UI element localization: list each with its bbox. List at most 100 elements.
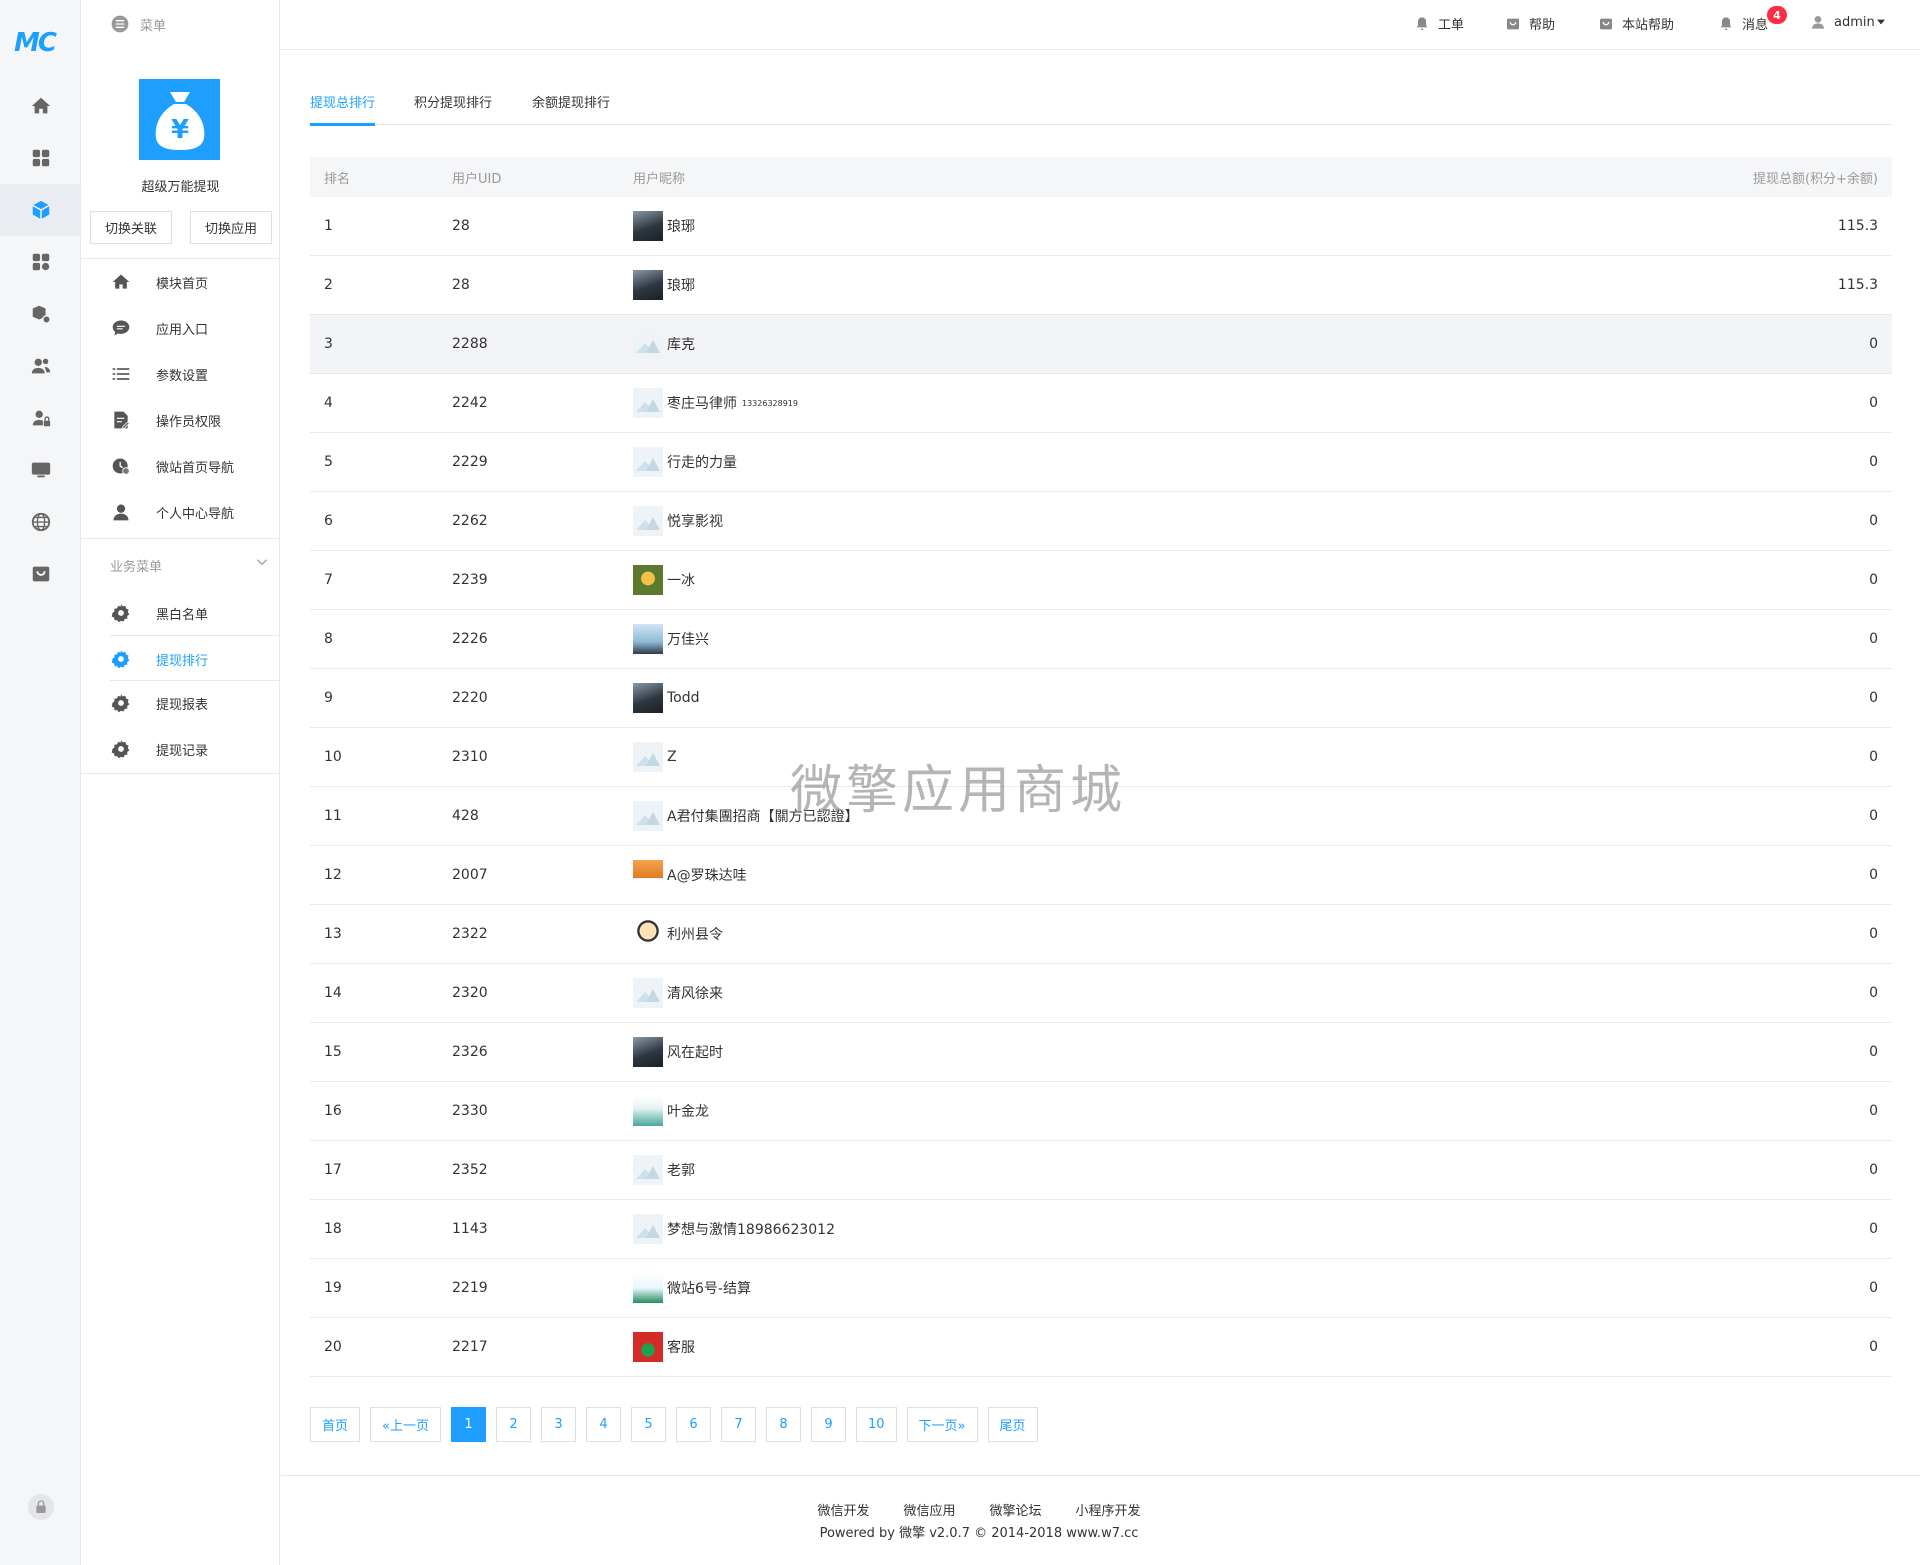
business-menu-title[interactable]: 业务菜单 bbox=[110, 556, 162, 575]
cell-nickname: 清风徐来 bbox=[633, 978, 723, 1008]
page-number-button[interactable]: 8 bbox=[765, 1407, 801, 1442]
cell-nickname: 一冰 bbox=[633, 565, 695, 595]
last-page-button[interactable]: 尾页 bbox=[987, 1407, 1038, 1442]
menu-item-profile-nav[interactable]: 个人中心导航 bbox=[81, 489, 280, 535]
switch-relation-button[interactable]: 切换关联 bbox=[90, 211, 172, 244]
topbar-user-menu[interactable]: admin bbox=[1810, 14, 1885, 30]
cell-uid: 1143 bbox=[452, 1221, 488, 1237]
default-avatar-icon bbox=[633, 388, 663, 418]
menu-toggle[interactable]: 菜单 bbox=[110, 14, 166, 34]
username-label: admin bbox=[1834, 14, 1875, 30]
default-avatar-icon bbox=[633, 978, 663, 1008]
cell-rank: 15 bbox=[324, 1044, 342, 1060]
menu-item-module-home[interactable]: 模块首页 bbox=[81, 259, 280, 305]
cell-uid: 2217 bbox=[452, 1339, 488, 1355]
rail-permission[interactable] bbox=[0, 392, 81, 444]
menu-item-withdraw-ranking[interactable]: 提现排行 bbox=[81, 636, 280, 682]
chevron-down-icon[interactable] bbox=[255, 555, 269, 569]
menu-item-app-entry[interactable]: 应用入口 bbox=[81, 305, 280, 351]
page-number-button[interactable]: 7 bbox=[720, 1407, 756, 1442]
cell-uid: 2242 bbox=[452, 395, 488, 411]
page-number-button[interactable]: 4 bbox=[585, 1407, 621, 1442]
menu-item-label: 应用入口 bbox=[156, 322, 209, 338]
rail-plugins[interactable] bbox=[0, 236, 81, 288]
menu-item-settings[interactable]: 参数设置 bbox=[81, 351, 280, 397]
menu-item-label: 模块首页 bbox=[156, 276, 209, 292]
cell-amount: 0 bbox=[1869, 926, 1878, 942]
rail-site[interactable] bbox=[0, 496, 81, 548]
page-number-button[interactable]: 3 bbox=[540, 1407, 576, 1442]
tab-total-ranking[interactable]: 提现总排行 bbox=[310, 92, 376, 126]
topbar-messages-label: 消息 bbox=[1742, 18, 1769, 33]
cell-nickname: 叶金龙 bbox=[633, 1096, 709, 1126]
cell-uid: 2310 bbox=[452, 749, 488, 765]
nickname-text: 库克 bbox=[667, 337, 695, 353]
page-number-button[interactable]: 1 bbox=[450, 1407, 486, 1442]
topbar-ticket[interactable]: 工单 bbox=[1414, 14, 1464, 33]
nickname-text: 叶金龙 bbox=[667, 1104, 709, 1120]
topbar-messages[interactable]: 消息 bbox=[1718, 14, 1768, 33]
table-row: 20 2217 客服 0 bbox=[310, 1318, 1892, 1377]
bell-icon bbox=[1416, 16, 1428, 30]
shop-bag-icon bbox=[1600, 18, 1612, 29]
page-number-button[interactable]: 10 bbox=[855, 1407, 897, 1442]
page-number-button[interactable]: 6 bbox=[675, 1407, 711, 1442]
cell-rank: 17 bbox=[324, 1162, 342, 1178]
topbar-site-help[interactable]: 本站帮助 bbox=[1598, 14, 1674, 33]
brand-logo[interactable]: MC bbox=[14, 28, 66, 58]
user-icon bbox=[111, 502, 131, 522]
switch-app-button[interactable]: 切换应用 bbox=[190, 211, 272, 244]
cell-rank: 19 bbox=[324, 1280, 342, 1296]
prev-page-button[interactable]: «上一页 bbox=[370, 1407, 441, 1442]
cell-nickname: 琅琊 bbox=[633, 270, 695, 300]
icon-rail: MC bbox=[0, 0, 81, 1565]
menu-item-site-nav[interactable]: 微站首页导航 bbox=[81, 443, 280, 489]
menu-item-withdraw-records[interactable]: 提现记录 bbox=[81, 726, 280, 772]
nickname-text: 清风徐来 bbox=[667, 986, 723, 1002]
rail-home[interactable] bbox=[0, 80, 81, 132]
topbar-help[interactable]: 帮助 bbox=[1505, 14, 1555, 33]
nickname-text: 梦想与激情18986623012 bbox=[667, 1222, 835, 1238]
menu-item-label: 个人中心导航 bbox=[156, 506, 235, 522]
cell-uid: 2229 bbox=[452, 454, 488, 470]
user-avatar bbox=[633, 1332, 663, 1362]
monitor-icon bbox=[31, 462, 50, 478]
menu-toggle-label: 菜单 bbox=[140, 18, 167, 34]
rail-system[interactable] bbox=[0, 444, 81, 496]
menu-item-blacklist[interactable]: 黑白名单 bbox=[81, 590, 280, 636]
rail-shop[interactable] bbox=[0, 548, 81, 600]
page-number-button[interactable]: 5 bbox=[630, 1407, 666, 1442]
app-name: 超级万能提现 bbox=[141, 180, 220, 195]
tab-points-ranking[interactable]: 积分提现排行 bbox=[414, 92, 492, 125]
app-logo: ¥ bbox=[139, 79, 220, 160]
clock-icon bbox=[111, 456, 131, 476]
cell-nickname: 利州县令 bbox=[633, 919, 723, 949]
footer-copyright: Powered by 微擎 v2.0.7 © 2014-2018 www.w7.… bbox=[819, 1526, 1139, 1541]
lock-button[interactable] bbox=[28, 1494, 54, 1520]
rail-users[interactable] bbox=[0, 340, 81, 392]
user-avatar bbox=[633, 565, 663, 595]
header-nickname: 用户昵称 bbox=[633, 171, 686, 187]
menu-item-withdraw-report[interactable]: 提现报表 bbox=[81, 680, 280, 726]
footer-link[interactable]: 微信应用 bbox=[903, 1500, 955, 1519]
cell-uid: 2226 bbox=[452, 631, 488, 647]
first-page-button[interactable]: 首页 bbox=[310, 1407, 361, 1442]
cell-amount: 0 bbox=[1869, 1103, 1878, 1119]
page-number-button[interactable]: 2 bbox=[495, 1407, 531, 1442]
footer-link[interactable]: 小程序开发 bbox=[1076, 1500, 1141, 1519]
cell-amount: 0 bbox=[1869, 808, 1878, 824]
cell-amount: 115.3 bbox=[1837, 218, 1878, 234]
rail-store[interactable] bbox=[0, 288, 81, 340]
page-number-button[interactable]: 9 bbox=[810, 1407, 846, 1442]
rail-apps[interactable] bbox=[0, 132, 81, 184]
footer-link[interactable]: 微擎论坛 bbox=[990, 1500, 1042, 1519]
rail-module[interactable] bbox=[0, 184, 81, 236]
gear-icon bbox=[111, 603, 131, 623]
footer-link[interactable]: 微信开发 bbox=[817, 1500, 869, 1519]
user-avatar bbox=[633, 270, 663, 300]
table-row: 11 428 A君付集團招商【關方已認證】 0 bbox=[310, 787, 1892, 846]
tab-balance-ranking[interactable]: 余额提现排行 bbox=[532, 92, 610, 125]
menu-item-operator-permission[interactable]: 操作员权限 bbox=[81, 397, 280, 443]
default-avatar-icon bbox=[633, 801, 663, 831]
next-page-button[interactable]: 下一页» bbox=[906, 1407, 978, 1442]
